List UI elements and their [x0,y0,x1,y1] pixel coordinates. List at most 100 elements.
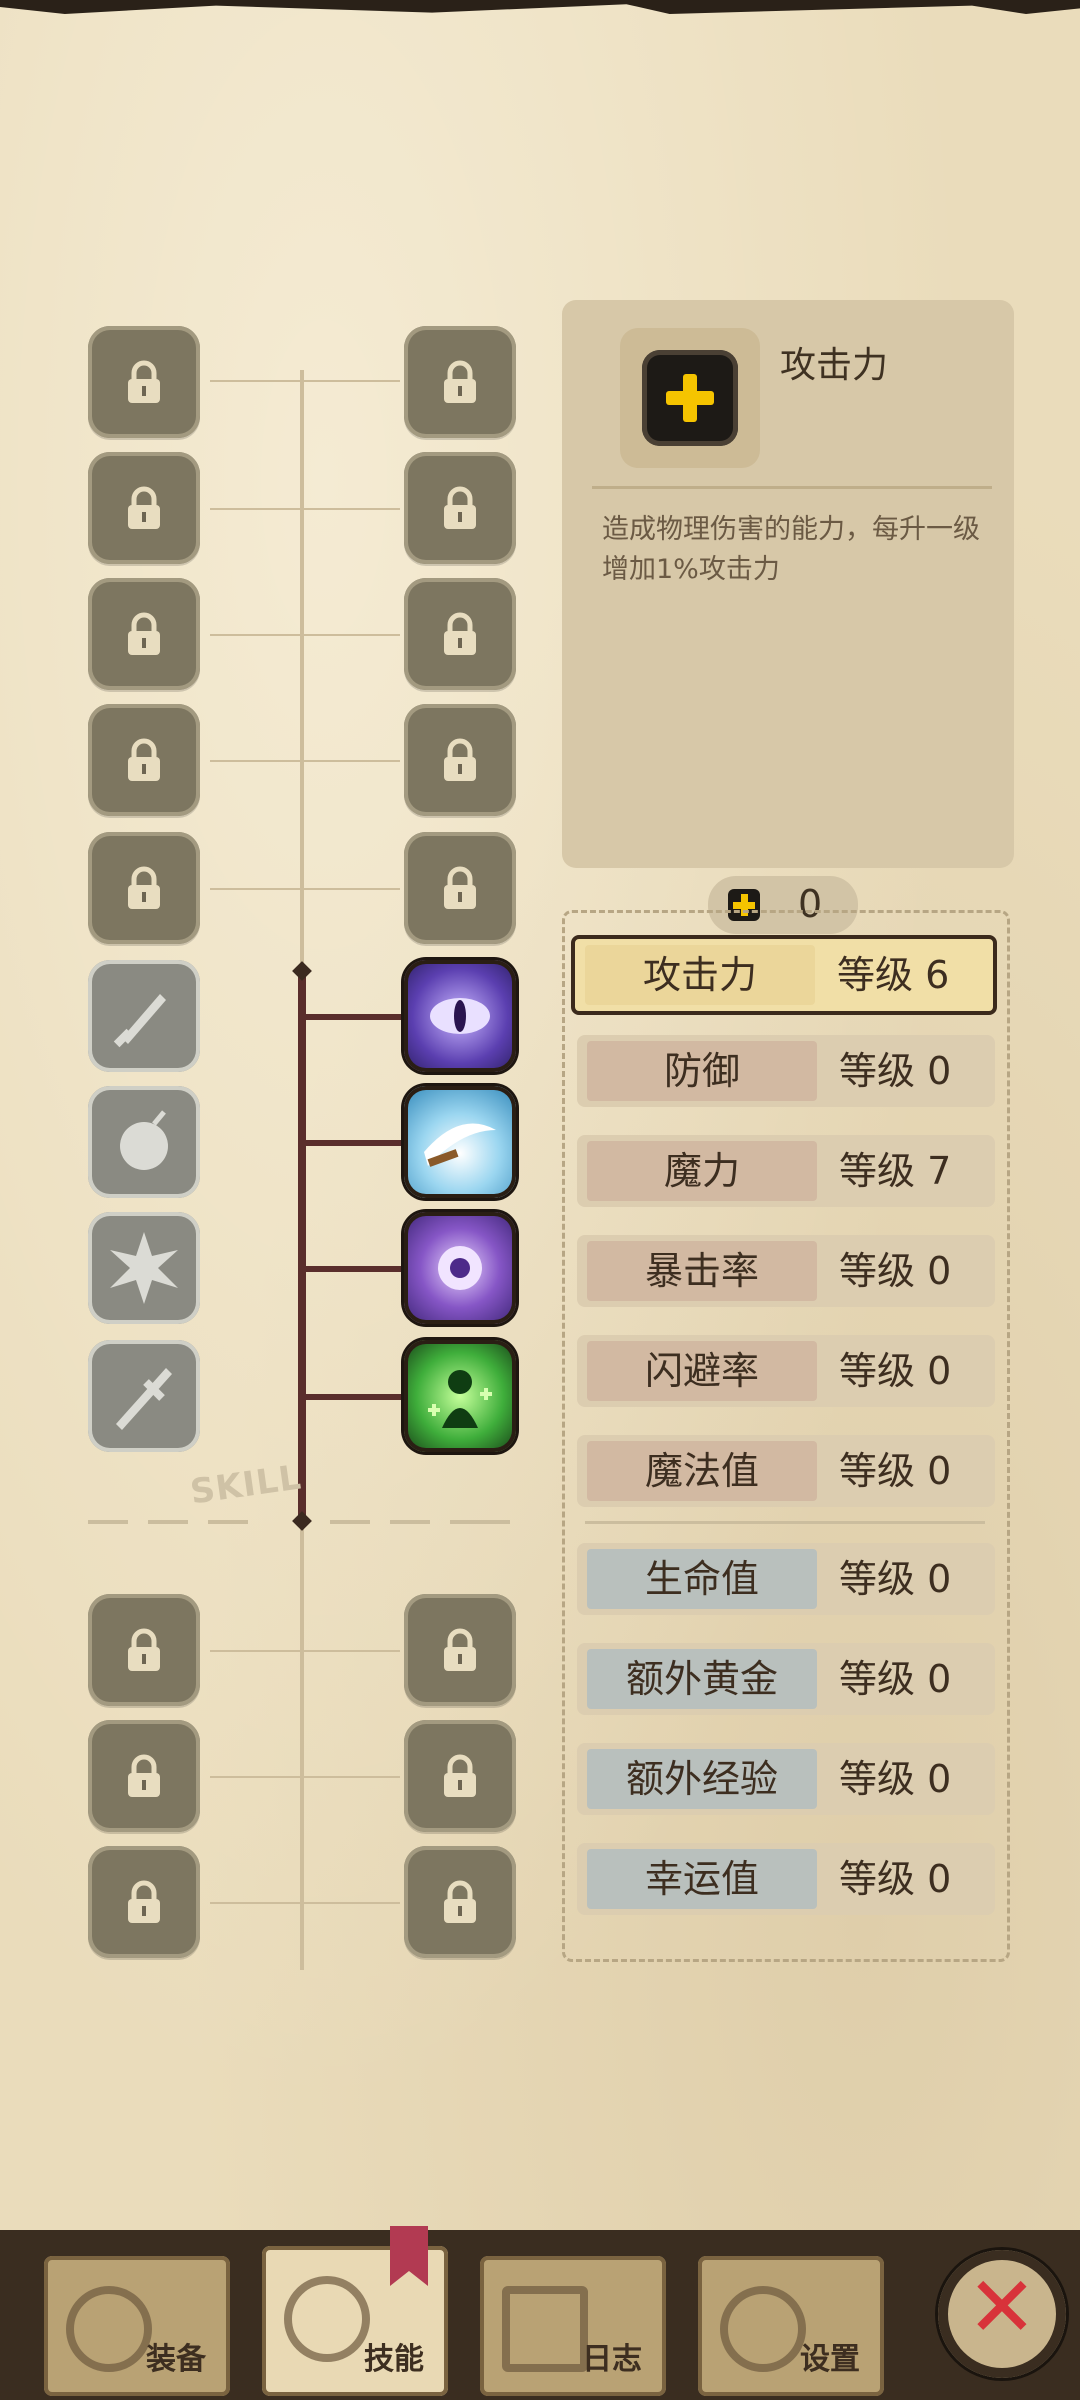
stat-description: 造成物理伤害的能力，每升一级增加1%攻击力 [602,514,980,585]
stat-name: 魔法值 [587,1441,817,1501]
stat-name: 闪避率 [587,1341,817,1401]
locked-skill-tile[interactable] [404,1846,516,1958]
stat-name: 幸运值 [587,1849,817,1909]
grid-guide-row [210,760,400,762]
locked-skill-tile[interactable] [88,704,200,816]
lock-icon [444,360,476,403]
stat-name: 额外黄金 [587,1649,817,1709]
stat-icon-frame [620,328,760,468]
stat-level: 等级 0 [839,1557,952,1601]
info-separator [592,486,992,489]
stat-row-luck[interactable]: 幸运值 等级 0 [577,1843,995,1915]
section-divider [148,1520,188,1524]
magic-skill-tile[interactable] [404,1212,516,1324]
stat-level: 等级 0 [839,1757,952,1801]
lock-icon [444,1880,476,1923]
locked-skill-tile[interactable] [88,832,200,944]
lock-icon [444,486,476,529]
tab-label: 装备 [146,2342,206,2377]
stat-row-hp[interactable]: 生命值 等级 0 [577,1543,995,1615]
grid-guide-row [210,634,400,636]
tab-journal[interactable]: 日志 [480,2256,666,2396]
locked-skill-tile[interactable] [88,1846,200,1958]
gear-icon [720,2286,806,2372]
lock-icon [128,1628,160,1671]
stat-info-panel: 攻击力 造成物理伤害的能力，每升一级增加1%攻击力 [562,300,1014,868]
locked-skill-tile[interactable] [88,1594,200,1706]
locked-skill-tile[interactable] [404,452,516,564]
grid-guide-row [210,380,400,382]
tab-settings[interactable]: 设置 [698,2256,884,2396]
bomb-icon [120,1110,168,1170]
locked-skill-tile[interactable] [404,1720,516,1832]
tree-branch [300,1140,410,1146]
locked-skill-tile[interactable] [404,578,516,690]
stat-level: 等级 7 [839,1149,952,1193]
skill-icon [284,2276,370,2362]
eye-icon [430,998,490,1034]
locked-skill-tile[interactable] [404,326,516,438]
sword-icon [116,1368,172,1430]
grid-guide-row [210,508,400,510]
stat-row-mana[interactable]: 魔法值 等级 0 [577,1435,995,1507]
lock-icon [128,1880,160,1923]
tab-label: 日志 [582,2342,642,2377]
heal-skill-tile[interactable] [404,1340,516,1452]
lock-icon [128,1754,160,1797]
locked-skill-tile[interactable] [88,452,200,564]
skill-tree-trunk [298,966,306,1526]
lock-icon [128,866,160,909]
magic-orb-icon [438,1246,482,1290]
section-divider [390,1520,430,1524]
grid-guide-row [210,1776,400,1778]
section-divider [88,1520,128,1524]
bomb-skill-tile[interactable] [88,1086,200,1198]
locked-skill-tile[interactable] [88,578,200,690]
stat-row-crit-rate[interactable]: 暴击率 等级 0 [577,1235,995,1307]
stat-level: 等级 0 [839,1349,952,1393]
stat-row-attack[interactable]: 攻击力 等级 6 [571,935,997,1015]
tab-equipment[interactable]: 装备 [44,2256,230,2396]
dagger-skill-tile[interactable] [88,960,200,1072]
locked-skill-tile[interactable] [88,1720,200,1832]
stat-row-dodge-rate[interactable]: 闪避率 等级 0 [577,1335,995,1407]
stat-title: 攻击力 [780,345,889,386]
explosion-skill-tile[interactable] [88,1212,200,1324]
locked-skill-tile[interactable] [404,704,516,816]
lock-icon [444,738,476,781]
stat-row-extra-exp[interactable]: 额外经验 等级 0 [577,1743,995,1815]
heal-figure-icon [428,1370,492,1428]
stat-name: 防御 [587,1041,817,1101]
tree-branch [300,1266,410,1272]
dagger-icon [113,994,166,1048]
stat-row-magic-power[interactable]: 魔力 等级 7 [577,1135,995,1207]
tab-label: 设置 [800,2342,860,2377]
stat-name: 额外经验 [587,1749,817,1809]
stat-row-extra-gold[interactable]: 额外黄金 等级 0 [577,1643,995,1715]
stat-name: 生命值 [587,1549,817,1609]
stat-icon [642,350,738,446]
section-divider [450,1520,510,1524]
locked-skill-tile[interactable] [404,832,516,944]
stat-level: 等级 0 [839,1249,952,1293]
slash-skill-tile[interactable] [404,1086,516,1198]
tab-label: 技能 [364,2342,424,2377]
lock-icon [128,486,160,529]
stat-level: 等级 0 [839,1049,952,1093]
stat-name: 魔力 [587,1141,817,1201]
section-divider [208,1520,248,1524]
eye-skill-tile[interactable] [404,960,516,1072]
stat-row-defense[interactable]: 防御 等级 0 [577,1035,995,1107]
stat-name: 暴击率 [587,1241,817,1301]
sword-skill-tile[interactable] [88,1340,200,1452]
section-divider [330,1520,370,1524]
stat-level: 等级 0 [839,1449,952,1493]
stat-level: 等级 6 [837,953,950,997]
locked-skill-tile[interactable] [404,1594,516,1706]
stat-level: 等级 0 [839,1857,952,1901]
close-button[interactable]: ✕ [938,2250,1066,2378]
lock-icon [444,866,476,909]
plus-icon [662,370,718,426]
locked-skill-tile[interactable] [88,326,200,438]
grid-guide-row [210,1650,400,1652]
